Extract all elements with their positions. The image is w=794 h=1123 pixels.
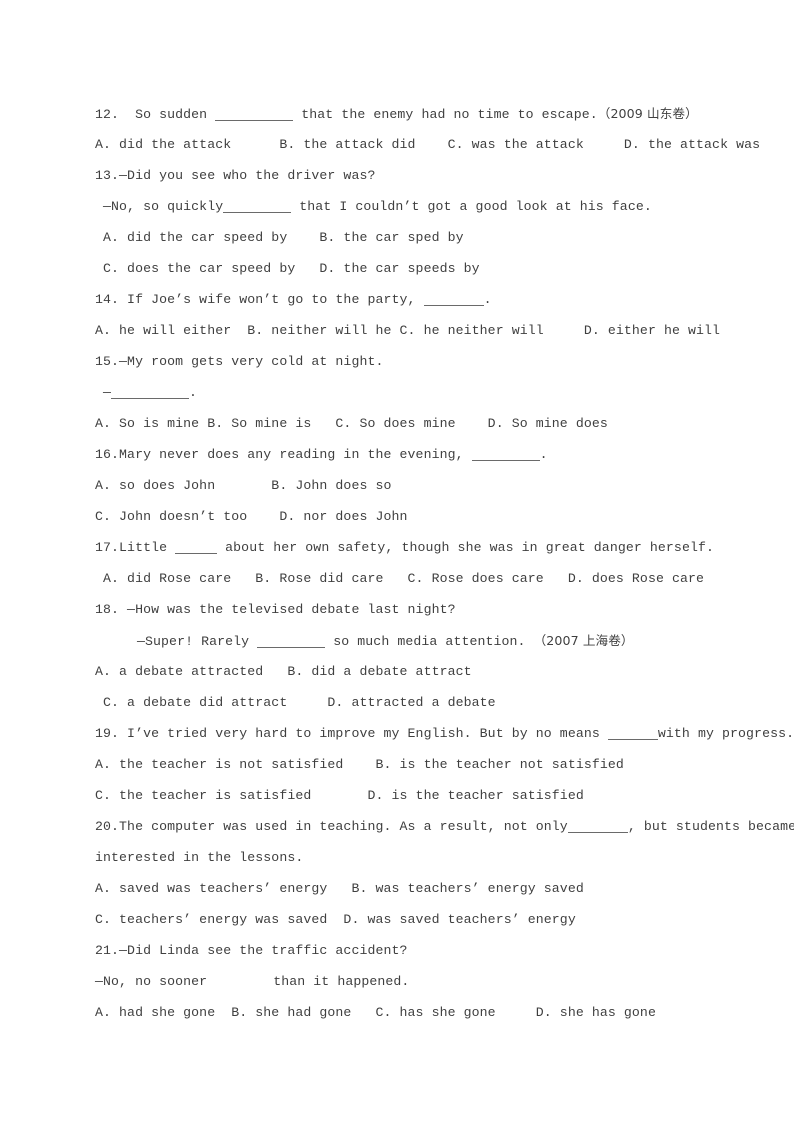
q20-stem-post: , but students became more bbox=[627, 819, 794, 834]
q18-source-open: （2007 bbox=[533, 633, 583, 648]
question-15-reply: —. bbox=[95, 377, 710, 408]
q12-source-cn: 山东卷 bbox=[647, 106, 686, 121]
q19-stem-pre: 19. I’ve tried very hard to improve my E… bbox=[95, 726, 608, 741]
question-18-reply: —Super! Rarely so much media attention. … bbox=[95, 625, 710, 656]
question-15-options: A. So is mine B. So mine is C. So does m… bbox=[95, 416, 608, 431]
question-17-options: A. did Rose care B. Rose did care C. Ros… bbox=[95, 571, 705, 586]
q12-source-close: ） bbox=[685, 106, 698, 121]
question-21-reply: —No, no sooner than it happened. bbox=[95, 966, 710, 997]
q17-stem-pre: 17.Little bbox=[95, 540, 176, 555]
question-14-options: A. he will either B. neither will he C. … bbox=[95, 323, 721, 338]
question-12-stem: 12. So sudden that the enemy had no time… bbox=[95, 98, 710, 129]
question-19-options-row-1: A. the teacher is not satisfied B. is th… bbox=[95, 757, 624, 772]
question-20-stem: 20.The computer was used in teaching. As… bbox=[95, 811, 794, 842]
q12-stem-pre: 12. So sudden bbox=[95, 107, 216, 122]
q13-reply-post: that I couldn’t got a good look at his f… bbox=[291, 199, 652, 214]
q19-stem-post: with my progress. bbox=[657, 726, 794, 741]
q16-stem-post: . bbox=[539, 447, 548, 462]
question-13-options-row-1: A. did the car speed by B. the car sped … bbox=[95, 230, 464, 245]
q12-blank bbox=[215, 108, 294, 121]
q21-reply-post: than it happened. bbox=[273, 974, 410, 989]
question-13-options-row-2: C. does the car speed by D. the car spee… bbox=[95, 261, 480, 276]
q18-blank bbox=[257, 635, 326, 648]
question-20-options-row-1: A. saved was teachers’ energy B. was tea… bbox=[95, 881, 584, 896]
worksheet-page: 12. So sudden that the enemy had no time… bbox=[0, 0, 794, 1123]
question-16-options-row-2: C. John doesn’t too D. nor does John bbox=[95, 509, 408, 524]
question-19-options-row-2: C. the teacher is satisfied D. is the te… bbox=[95, 788, 584, 803]
question-21-stem: 21.—Did Linda see the traffic accident? bbox=[95, 943, 408, 958]
question-18-options-row-2: C. a debate did attract D. attracted a d… bbox=[95, 695, 496, 710]
question-17-stem: 17.Little about her own safety, though s… bbox=[95, 532, 714, 563]
q14-stem-post: . bbox=[483, 292, 492, 307]
question-13-stem: 13.—Did you see who the driver was? bbox=[95, 168, 376, 183]
question-19-stem: 19. I’ve tried very hard to improve my E… bbox=[95, 718, 794, 749]
question-18-options-row-1: A. a debate attracted B. did a debate at… bbox=[95, 664, 472, 679]
q13-reply-pre: —No, so quickly bbox=[95, 199, 224, 214]
q16-blank bbox=[471, 448, 540, 461]
q20-stem-pre: 20.The computer was used in teaching. As… bbox=[95, 819, 568, 834]
q18-source-close: ） bbox=[620, 633, 634, 648]
q17-stem-post: about her own safety, though she was in … bbox=[217, 540, 714, 555]
q18-reply-pre: —Super! Rarely bbox=[137, 634, 258, 649]
question-16-stem: 16.Mary never does any reading in the ev… bbox=[95, 439, 710, 470]
q15-blank bbox=[111, 386, 190, 399]
question-12-options: A. did the attack B. the attack did C. w… bbox=[95, 137, 761, 152]
question-14-stem: 14. If Joe’s wife won’t go to the party,… bbox=[95, 284, 710, 315]
q15-reply-pre: — bbox=[95, 385, 112, 400]
q18-source-cn: 上海卷 bbox=[582, 633, 621, 648]
q21-reply-pre: —No, no sooner bbox=[95, 974, 208, 989]
q12-stem-post: that the enemy had no time to escape. bbox=[293, 107, 598, 122]
q16-stem-pre: 16.Mary never does any reading in the ev… bbox=[95, 447, 472, 462]
question-21-options: A. had she gone B. she had gone C. has s… bbox=[95, 1005, 656, 1020]
q14-stem-pre: 14. If Joe’s wife won’t go to the party, bbox=[95, 292, 424, 307]
question-20-stem-continued: interested in the lessons. bbox=[95, 850, 304, 865]
q17-blank bbox=[175, 541, 218, 554]
q20-blank bbox=[567, 820, 628, 833]
question-16-options-row-1: A. so does John B. John does so bbox=[95, 478, 392, 493]
question-18-stem: 18. —How was the televised debate last n… bbox=[95, 602, 456, 617]
question-15-stem: 15.—My room gets very cold at night. bbox=[95, 354, 384, 369]
q13-blank bbox=[223, 200, 292, 213]
questions-container: 12. So sudden that the enemy had no time… bbox=[95, 98, 794, 1028]
question-13-reply: —No, so quickly that I couldn’t got a go… bbox=[95, 191, 710, 222]
q15-reply-post: . bbox=[189, 385, 198, 400]
q18-reply-post: so much media attention. bbox=[325, 634, 534, 649]
q14-blank bbox=[423, 293, 484, 306]
q12-source-open: （2009 bbox=[597, 106, 647, 121]
q19-blank bbox=[607, 727, 658, 740]
question-20-options-row-2: C. teachers’ energy was saved D. was sav… bbox=[95, 912, 576, 927]
